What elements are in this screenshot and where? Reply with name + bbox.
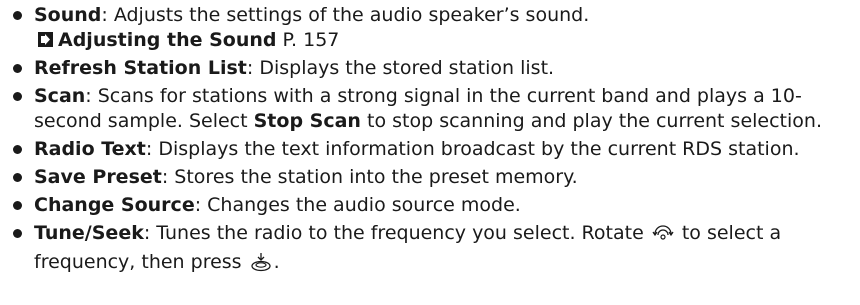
reference-arrow-icon xyxy=(38,32,53,47)
list-item-sound: Sound: Adjusts the settings of the audio… xyxy=(10,3,852,53)
desc-sound: : Adjusts the settings of the audio spea… xyxy=(101,4,590,26)
desc-save-preset: : Stores the station into the preset mem… xyxy=(161,166,578,188)
press-knob-icon xyxy=(250,252,272,279)
desc-tune-seek-part-c: . xyxy=(273,251,280,273)
manual-page: Sound: Adjusts the settings of the audio… xyxy=(0,0,860,305)
rotate-knob-icon xyxy=(652,223,674,250)
list-item-change-source: Change Source: Changes the audio source … xyxy=(10,193,852,218)
reference-page: P. 157 xyxy=(282,29,340,51)
term-refresh-station-list: Refresh Station List xyxy=(34,57,247,79)
term-save-preset: Save Preset xyxy=(34,166,162,188)
desc-refresh-station-list: : Displays the stored station list. xyxy=(246,57,555,79)
list-item-radio-text: Radio Text: Displays the text informatio… xyxy=(10,137,852,162)
list-item-scan: Scan: Scans for stations with a strong s… xyxy=(10,84,852,134)
term-change-source: Change Source xyxy=(34,194,195,216)
desc-change-source: : Changes the audio source mode. xyxy=(194,194,521,216)
list-item-tune-seek: Tune/Seek: Tunes the radio to the freque… xyxy=(10,221,852,279)
term-sound: Sound xyxy=(34,4,102,26)
feature-list: Sound: Adjusts the settings of the audio… xyxy=(10,3,852,282)
stop-scan-label: Stop Scan xyxy=(253,110,361,132)
reference-title: Adjusting the Sound xyxy=(58,29,277,51)
list-item-save-preset: Save Preset: Stores the station into the… xyxy=(10,165,852,190)
list-item-refresh-station-list: Refresh Station List: Displays the store… xyxy=(10,56,852,81)
desc-radio-text: : Displays the text information broadcas… xyxy=(145,138,800,160)
term-radio-text: Radio Text xyxy=(34,138,146,160)
term-tune-seek: Tune/Seek xyxy=(34,222,144,244)
term-scan: Scan xyxy=(34,85,86,107)
desc-scan-part-b: to stop scanning and play the current se… xyxy=(360,110,822,132)
desc-tune-seek-part-a: : Tunes the radio to the frequency you s… xyxy=(143,222,650,244)
cross-reference[interactable]: Adjusting the Sound P. 157 xyxy=(34,28,852,53)
